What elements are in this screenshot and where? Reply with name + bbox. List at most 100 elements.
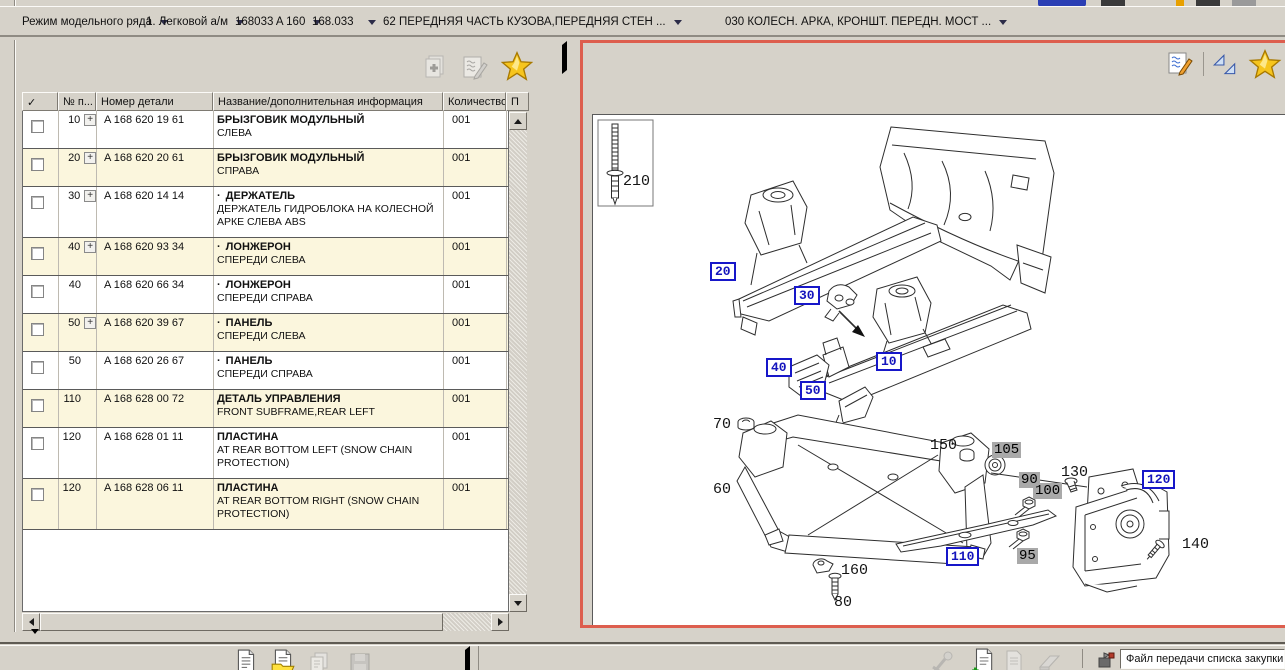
row-checkbox[interactable] (31, 361, 44, 374)
expand-button[interactable]: + (84, 152, 96, 164)
part-number[interactable]: A 168 628 00 72 (97, 390, 214, 427)
toolbar-dropdown-vehicle-type[interactable]: 1. Легковой а/м (146, 14, 244, 30)
expand-button[interactable]: + (84, 241, 96, 253)
expand-button[interactable]: + (84, 317, 96, 329)
purchase-list-file-input[interactable]: Файл передачи списка закупки (1120, 649, 1285, 669)
part-number[interactable]: A 168 628 01 11 (97, 428, 214, 478)
diagram-callout-10[interactable]: 10 (876, 352, 902, 371)
column-header-1[interactable]: № п... (58, 92, 96, 111)
save-icon[interactable] (348, 651, 372, 670)
fit-image-icon[interactable] (1211, 52, 1239, 81)
scroll-down-button[interactable] (509, 594, 527, 612)
part-number[interactable]: A 168 620 93 34 (97, 238, 214, 275)
diagram-callout-105[interactable]: 105 (992, 442, 1021, 458)
column-header-0[interactable]: ✓ (22, 92, 58, 111)
edit-notes-icon-left[interactable] (461, 53, 489, 84)
splitter-expand-right-icon[interactable] (562, 58, 567, 70)
table-row[interactable]: 40A 168 620 66 34·ЛОНЖЕРОНСПЕРЕДИ СПРАВА… (23, 276, 508, 314)
part-number[interactable]: A 168 620 19 61 (97, 111, 214, 148)
table-row[interactable]: 110A 168 628 00 72ДЕТАЛЬ УПРАВЛЕНИЯFRONT… (23, 390, 508, 428)
toolbar-splitter-right-icon[interactable] (465, 661, 470, 670)
transfer-device-icon[interactable] (1096, 650, 1116, 670)
expand-button[interactable]: + (84, 190, 96, 202)
diagram-callout-95[interactable]: 95 (1017, 548, 1038, 564)
add-document-icon[interactable] (970, 648, 996, 670)
part-name: БРЫЗГОВИК МОДУЛЬНЫЙ (217, 114, 443, 127)
quantity: 001 (444, 352, 507, 389)
table-row[interactable]: 120A 168 628 01 11ПЛАСТИНАAT REAR BOTTOM… (23, 428, 508, 479)
part-number[interactable]: A 168 620 14 14 (97, 187, 214, 237)
diagram-callout-160[interactable]: 160 (841, 562, 868, 579)
row-checkbox[interactable] (31, 323, 44, 336)
diagram-callout-100[interactable]: 100 (1033, 483, 1062, 499)
copy-document-icon[interactable] (307, 651, 331, 670)
row-checkbox[interactable] (31, 196, 44, 209)
quantity: 001 (444, 111, 507, 148)
checkbox-cell (23, 428, 59, 478)
part-description-line: AT REAR BOTTOM LEFT (SNOW CHAIN (217, 444, 443, 457)
toolbar-dropdown-model[interactable]: 168033 A 160 (235, 14, 321, 30)
favorites-star-icon-left[interactable] (501, 50, 533, 85)
part-number[interactable]: A 168 628 06 11 (97, 479, 214, 529)
diagram-callout-60[interactable]: 60 (713, 481, 731, 498)
diagram-callout-110[interactable]: 110 (946, 547, 979, 566)
checkbox-cell (23, 352, 59, 389)
table-row[interactable]: 10+A 168 620 19 61БРЫЗГОВИК МОДУЛЬНЫЙСЛЕ… (23, 111, 508, 149)
part-description-line: СПЕРЕДИ СПРАВА (217, 368, 443, 381)
table-vscrollbar[interactable] (509, 112, 527, 612)
edit-notes-icon[interactable] (1166, 49, 1194, 80)
document-icon[interactable] (233, 649, 259, 670)
table-row[interactable]: 40+A 168 620 93 34·ЛОНЖЕРОНСПЕРЕДИ СЛЕВА… (23, 238, 508, 276)
row-checkbox[interactable] (31, 437, 44, 450)
diagram-callout-70[interactable]: 70 (713, 416, 731, 433)
add-to-list-icon[interactable] (420, 53, 448, 84)
toolbar-dropdown-series[interactable]: 168.033 (312, 14, 376, 30)
table-row[interactable]: 50A 168 620 26 67·ПАНЕЛЬСПЕРЕДИ СПРАВА00… (23, 352, 508, 390)
part-number[interactable]: A 168 620 20 61 (97, 149, 214, 186)
sub-part-dot: · (217, 355, 221, 367)
table-row[interactable]: 50+A 168 620 39 67·ПАНЕЛЬСПЕРЕДИ СЛЕВА00… (23, 314, 508, 352)
scroll-right-button[interactable] (491, 613, 509, 631)
open-document-icon[interactable] (270, 649, 296, 670)
toolbar-dropdown-group[interactable]: 62 ПЕРЕДНЯЯ ЧАСТЬ КУЗОВА,ПЕРЕДНЯЯ СТЕН .… (383, 14, 682, 30)
favorites-star-icon-right[interactable] (1248, 48, 1282, 83)
part-number[interactable]: A 168 620 66 34 (97, 276, 214, 313)
diagram-callout-20[interactable]: 20 (710, 262, 736, 281)
diagram-canvas[interactable]: 210 20 30 10 40 50 110 120 70 60 150 130 140 160 80 105… (592, 114, 1285, 625)
quantity: 001 (444, 238, 507, 275)
row-checkbox[interactable] (31, 247, 44, 260)
column-header-3[interactable]: Название/дополнительная информация (213, 92, 443, 111)
diagram-callout-210[interactable]: 210 (623, 173, 650, 190)
toolbar-dropdown-subgroup[interactable]: 030 КОЛЕСН. АРКА, КРОНШТ. ПЕРЕДН. МОСТ .… (725, 14, 1007, 30)
tools-icon[interactable] (930, 650, 956, 670)
diagram-callout-40[interactable]: 40 (766, 358, 792, 377)
position-number: 40 (59, 241, 80, 275)
diagram-callout-140[interactable]: 140 (1182, 536, 1209, 553)
row-checkbox[interactable] (31, 488, 44, 501)
expand-button[interactable]: + (84, 114, 96, 126)
part-number[interactable]: A 168 620 26 67 (97, 352, 214, 389)
row-checkbox[interactable] (31, 399, 44, 412)
checkbox-cell (23, 390, 59, 427)
row-checkbox[interactable] (31, 285, 44, 298)
table-row[interactable]: 20+A 168 620 20 61БРЫЗГОВИК МОДУЛЬНЫЙСПР… (23, 149, 508, 187)
column-header-4[interactable]: Количество (443, 92, 506, 111)
row-checkbox[interactable] (31, 120, 44, 133)
table-row[interactable]: 30+A 168 620 14 14·ДЕРЖАТЕЛЬДЕРЖАТЕЛЬ ГИ… (23, 187, 508, 238)
scroll-up-button[interactable] (509, 112, 527, 130)
diagram-callout-120[interactable]: 120 (1142, 470, 1175, 489)
table-hscrollbar[interactable] (22, 613, 509, 631)
diagram-callout-130[interactable]: 130 (1061, 464, 1088, 481)
diagram-callout-150[interactable]: 150 (930, 437, 957, 454)
row-checkbox[interactable] (31, 158, 44, 171)
diagram-callout-30[interactable]: 30 (794, 286, 820, 305)
diagram-callout-50[interactable]: 50 (800, 381, 826, 400)
hscroll-thumb[interactable] (40, 613, 443, 631)
diagram-callout-80[interactable]: 80 (834, 594, 852, 611)
document-gray-icon[interactable] (1002, 650, 1026, 670)
eraser-icon[interactable] (1036, 651, 1064, 670)
table-row[interactable]: 120A 168 628 06 11ПЛАСТИНАAT REAR BOTTOM… (23, 479, 508, 530)
part-number[interactable]: A 168 620 39 67 (97, 314, 214, 351)
column-header-5[interactable]: П (506, 92, 529, 111)
column-header-2[interactable]: Номер детали (96, 92, 213, 111)
